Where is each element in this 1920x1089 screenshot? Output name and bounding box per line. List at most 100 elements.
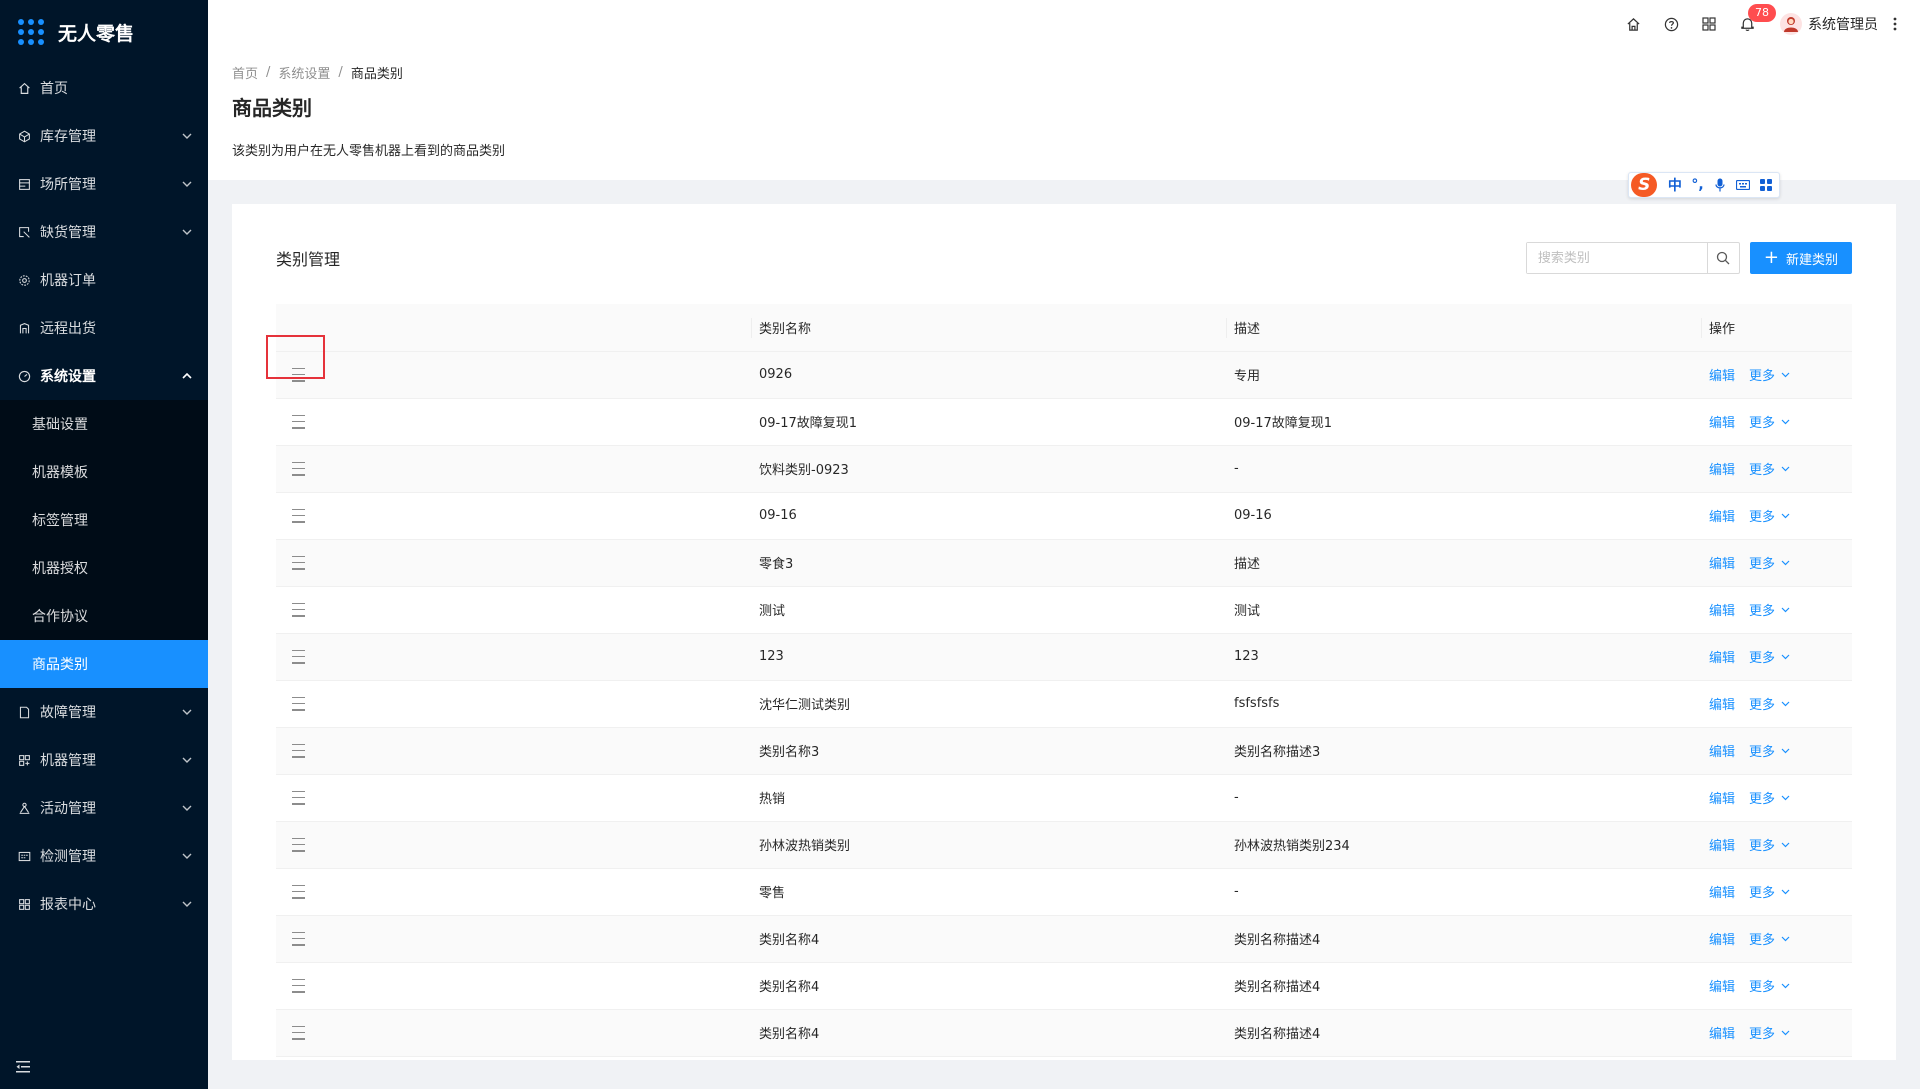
edit-link[interactable]: 编辑 xyxy=(1709,792,1735,807)
sidebar-item-inventory[interactable]: 库存管理 xyxy=(0,112,208,160)
edit-link[interactable]: 编辑 xyxy=(1709,698,1735,713)
edit-link[interactable]: 编辑 xyxy=(1709,604,1735,619)
drag-handle-icon[interactable] xyxy=(292,884,310,899)
microphone-icon[interactable] xyxy=(1709,173,1732,197)
drag-handle-icon[interactable] xyxy=(292,414,310,429)
sidebar-item-label: 活动管理 xyxy=(40,801,96,817)
sidebar-item-home[interactable]: 首页 xyxy=(0,64,208,112)
sidebar-item-label: 机器管理 xyxy=(40,753,96,769)
more-dropdown[interactable]: 更多 xyxy=(1749,553,1790,572)
more-dropdown[interactable]: 更多 xyxy=(1749,788,1790,807)
edit-link[interactable]: 编辑 xyxy=(1709,839,1735,854)
more-dropdown[interactable]: 更多 xyxy=(1749,600,1790,619)
edit-link[interactable]: 编辑 xyxy=(1709,745,1735,760)
edit-link[interactable]: 编辑 xyxy=(1709,510,1735,525)
more-dropdown[interactable]: 更多 xyxy=(1749,741,1790,760)
help-icon[interactable] xyxy=(1652,0,1690,48)
new-category-button[interactable]: + 新建类别 xyxy=(1749,242,1852,274)
more-dropdown[interactable]: 更多 xyxy=(1749,882,1790,901)
drag-handle-icon[interactable] xyxy=(292,743,310,758)
ime-language-toggle[interactable]: 中 xyxy=(1663,173,1686,197)
breadcrumb-home[interactable]: 首页 xyxy=(232,63,258,82)
sidebar-item-fault[interactable]: 故障管理 xyxy=(0,688,208,736)
drag-handle-icon[interactable] xyxy=(292,602,310,617)
sidebar-item-orders[interactable]: 机器订单 xyxy=(0,256,208,304)
more-dropdown[interactable]: 更多 xyxy=(1749,412,1790,431)
chevron-down-icon xyxy=(182,179,192,189)
edit-link[interactable]: 编辑 xyxy=(1709,886,1735,901)
drag-handle-icon[interactable] xyxy=(292,508,310,523)
sidebar-item-report[interactable]: 报表中心 xyxy=(0,880,208,928)
more-dropdown[interactable]: 更多 xyxy=(1749,929,1790,948)
more-label: 更多 xyxy=(1749,745,1776,760)
remote-icon xyxy=(16,320,32,336)
bell-icon[interactable]: 78 xyxy=(1728,0,1776,48)
edit-link[interactable]: 编辑 xyxy=(1709,980,1735,995)
sidebar-subitem-tags[interactable]: 标签管理 xyxy=(0,496,208,544)
drag-handle-icon[interactable] xyxy=(292,461,310,476)
drag-handle-icon[interactable] xyxy=(292,931,310,946)
more-dropdown[interactable]: 更多 xyxy=(1749,506,1790,525)
drag-cell xyxy=(276,962,751,1010)
ime-apps-icon[interactable] xyxy=(1754,173,1777,197)
sogou-logo-icon[interactable]: S xyxy=(1631,173,1658,197)
drag-handle-icon[interactable] xyxy=(292,837,310,852)
more-label: 更多 xyxy=(1749,369,1776,384)
menu-collapse-icon[interactable] xyxy=(16,1061,32,1075)
more-vertical-icon[interactable] xyxy=(1886,0,1904,48)
drag-handle-icon[interactable] xyxy=(292,555,310,570)
drag-handle-icon[interactable] xyxy=(292,649,310,664)
sidebar-subitem-basic[interactable]: 基础设置 xyxy=(0,400,208,448)
sidebar-subitem-agreement[interactable]: 合作协议 xyxy=(0,592,208,640)
home-icon[interactable] xyxy=(1614,0,1652,48)
more-dropdown[interactable]: 更多 xyxy=(1749,365,1790,384)
actions-cell: 编辑 更多 xyxy=(1701,398,1852,446)
edit-link[interactable]: 编辑 xyxy=(1709,1027,1735,1042)
sidebar-subitem-auth[interactable]: 机器授权 xyxy=(0,544,208,592)
drag-handle-icon[interactable] xyxy=(292,1025,310,1040)
drag-column-header xyxy=(276,304,751,352)
category-name-cell: 沈华仁测试类别 xyxy=(751,680,1226,728)
more-label: 更多 xyxy=(1749,933,1776,948)
more-dropdown[interactable]: 更多 xyxy=(1749,1023,1790,1042)
sidebar-item-machine[interactable]: 机器管理 xyxy=(0,736,208,784)
column-header-actions: 操作 xyxy=(1701,304,1852,352)
edit-link[interactable]: 编辑 xyxy=(1709,557,1735,572)
edit-link[interactable]: 编辑 xyxy=(1709,933,1735,948)
sidebar-item-shortage[interactable]: 缺货管理 xyxy=(0,208,208,256)
more-dropdown[interactable]: 更多 xyxy=(1749,835,1790,854)
user-menu[interactable]: 系统管理员 xyxy=(1766,0,1886,48)
apps-icon[interactable] xyxy=(1690,0,1728,48)
drag-handle-icon[interactable] xyxy=(292,696,310,711)
drag-handle-icon[interactable] xyxy=(292,367,310,382)
drag-handle-icon[interactable] xyxy=(292,978,310,993)
edit-link[interactable]: 编辑 xyxy=(1709,416,1735,431)
more-dropdown[interactable]: 更多 xyxy=(1749,976,1790,995)
more-label: 更多 xyxy=(1749,510,1776,525)
search-input[interactable] xyxy=(1526,243,1707,273)
more-dropdown[interactable]: 更多 xyxy=(1749,459,1790,478)
sidebar-item-system[interactable]: 系统设置 xyxy=(0,352,208,400)
drag-handle-icon[interactable] xyxy=(292,790,310,805)
sidebar-item-inspect[interactable]: 检测管理 xyxy=(0,832,208,880)
breadcrumb-system-settings[interactable]: 系统设置 xyxy=(278,63,330,82)
more-dropdown[interactable]: 更多 xyxy=(1749,694,1790,713)
sidebar-item-activity[interactable]: 活动管理 xyxy=(0,784,208,832)
more-dropdown[interactable]: 更多 xyxy=(1749,647,1790,666)
drag-cell xyxy=(276,915,751,963)
edit-link[interactable]: 编辑 xyxy=(1709,369,1735,384)
sidebar-subitem-template[interactable]: 机器模板 xyxy=(0,448,208,496)
sidebar-item-remote[interactable]: 远程出货 xyxy=(0,304,208,352)
sidebar-item-venue[interactable]: 场所管理 xyxy=(0,160,208,208)
calendar-icon xyxy=(16,848,32,864)
edit-link[interactable]: 编辑 xyxy=(1709,651,1735,666)
logo[interactable]: 无人零售 xyxy=(0,0,208,64)
ime-punctuation-toggle[interactable]: °, xyxy=(1686,173,1709,197)
keyboard-icon[interactable] xyxy=(1732,173,1755,197)
actions-cell: 编辑 更多 xyxy=(1701,774,1852,822)
edit-link[interactable]: 编辑 xyxy=(1709,463,1735,478)
sidebar-subitem-category[interactable]: 商品类别 xyxy=(0,640,208,688)
category-name-cell: 09-16 xyxy=(751,492,1226,540)
search-button[interactable] xyxy=(1706,243,1739,273)
page-title: 商品类别 xyxy=(232,96,312,120)
